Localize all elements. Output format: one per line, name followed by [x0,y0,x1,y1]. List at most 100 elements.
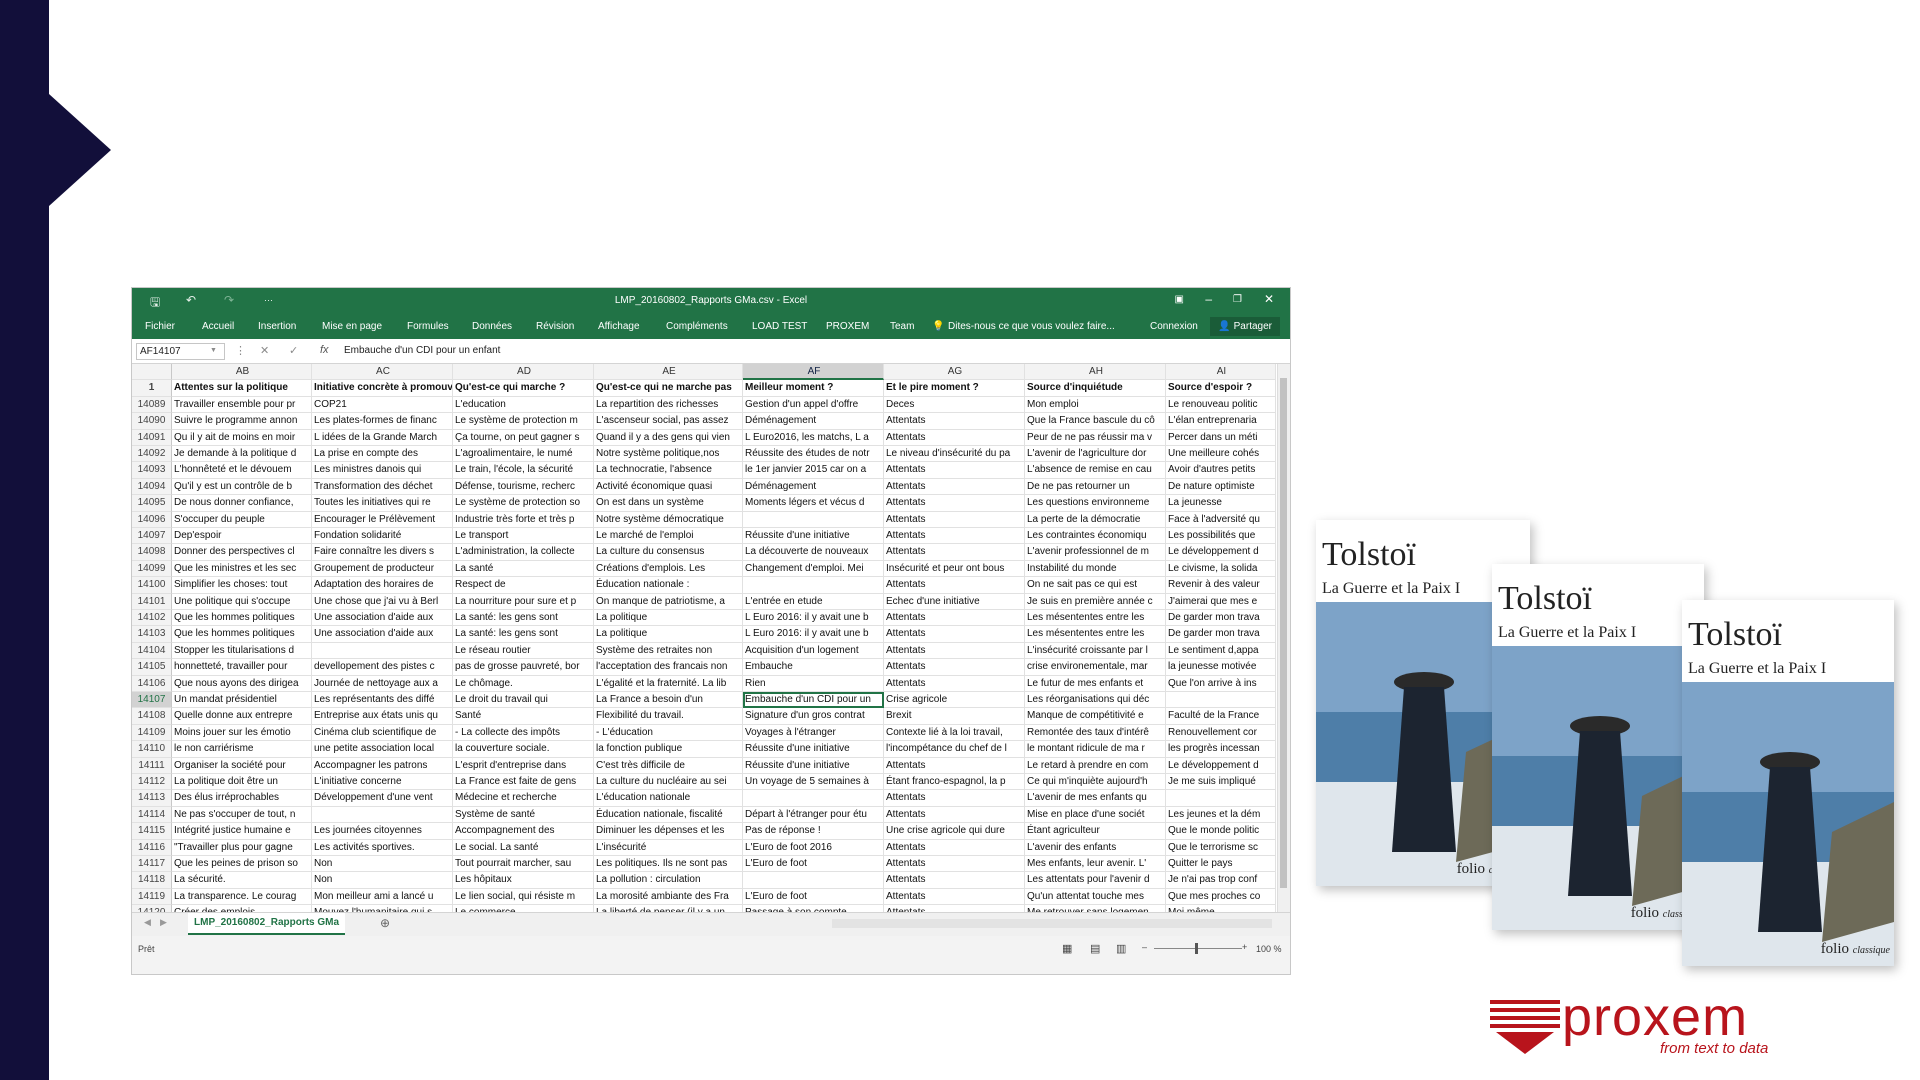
row-number[interactable]: 14092 [132,446,172,463]
sheet-nav-right-icon[interactable]: ▶ [160,917,167,928]
table-cell[interactable]: Le renouveau politic [1166,396,1276,414]
table-cell[interactable]: L idées de la Grande March [312,429,453,446]
table-cell[interactable]: Attentats [884,462,1025,479]
table-cell[interactable]: La France a besoin d'un [594,692,743,709]
row-number[interactable]: 14114 [132,806,172,824]
zoom-slider[interactable] [1154,948,1242,949]
table-cell[interactable]: Renouvellement cor [1166,724,1276,742]
table-cell[interactable]: Ce qui m'inquiète aujourd'h [1025,774,1166,791]
scrollbar-thumb[interactable] [1280,378,1287,888]
table-cell[interactable]: Non [312,872,453,889]
table-cell[interactable]: honnetteté, travailler pour [172,659,312,676]
table-cell[interactable]: Les plates-formes de financ [312,413,453,430]
row-number[interactable]: 14111 [132,757,172,774]
table-cell[interactable]: Attentats [884,757,1025,774]
table-cell[interactable]: Travailler ensemble pour pr [172,396,312,414]
table-cell[interactable]: La perte de la démocratie [1025,511,1166,528]
table-cell[interactable]: Accompagnement des [453,823,594,840]
table-cell[interactable]: La culture du nucléaire au sei [594,774,743,791]
row-number[interactable]: 14109 [132,724,172,742]
table-cell[interactable]: J'aimerai que mes e [1166,593,1276,610]
table-cell[interactable]: On manque de patriotisme, a [594,593,743,610]
table-cell[interactable]: Les contraintes économiqu [1025,528,1166,545]
table-cell[interactable]: Non [312,856,453,873]
column-header[interactable]: AG [884,364,1025,381]
table-cell[interactable]: Une chose que j'ai vu à Berl [312,593,453,610]
table-cell[interactable]: Réussite des études de notr [743,446,884,463]
table-cell[interactable]: Le sentiment d,appa [1166,642,1276,660]
table-cell[interactable]: L'absence de remise en cau [1025,462,1166,479]
tab-fichier[interactable]: Fichier [145,321,175,332]
table-cell[interactable]: L'Euro de foot [743,856,884,873]
table-cell[interactable]: L'esprit d'entreprise dans [453,757,594,774]
table-cell[interactable]: Que le terrorisme sc [1166,839,1276,856]
table-cell[interactable]: De nous donner confiance, [172,495,312,512]
table-cell[interactable]: La technocratie, l'absence [594,462,743,479]
table-cell[interactable]: le non carriérisme [172,741,312,758]
table-cell[interactable]: Flexibilité du travail. [594,708,743,725]
row-number[interactable]: 14091 [132,429,172,446]
table-cell[interactable]: Défense, tourisme, recherc [453,478,594,496]
table-cell[interactable]: Avoir d'autres petits [1166,462,1276,479]
table-cell[interactable]: Cinéma club scientifique de [312,724,453,742]
table-cell[interactable] [1166,790,1276,807]
table-cell[interactable]: Toutes les initiatives qui re [312,495,453,512]
table-cell[interactable]: L'honnêteté et le dévouem [172,462,312,479]
table-cell[interactable]: Étant franco-espagnol, la p [884,774,1025,791]
table-cell[interactable]: Créations d'emplois. Les [594,560,743,578]
table-cell[interactable]: Revenir à des valeur [1166,577,1276,594]
table-cell[interactable]: - La collecte des impôts [453,724,594,742]
table-cell[interactable]: S'occuper du peuple [172,511,312,528]
table-cell[interactable]: De ne pas retourner un [1025,478,1166,496]
row-number[interactable]: 14107 [132,692,172,709]
table-cell[interactable]: Départ à l'étranger pour étu [743,806,884,824]
table-cell[interactable]: Les mésententes entre les [1025,626,1166,643]
table-cell[interactable]: Je demande à la politique d [172,446,312,463]
table-cell[interactable]: Que mes proches co [1166,888,1276,906]
table-cell[interactable]: Industrie très forte et très p [453,511,594,528]
row-number[interactable]: 14102 [132,610,172,627]
active-cell[interactable]: Embauche d'un CDI pour un [743,692,884,709]
table-cell[interactable]: "Travailler plus pour gagne [172,839,312,856]
table-cell[interactable]: Instabilité du monde [1025,560,1166,578]
page-break-icon[interactable]: ▥ [1116,942,1126,955]
table-cell[interactable]: Peur de ne pas réussir ma v [1025,429,1166,446]
table-cell[interactable]: Attentats [884,888,1025,906]
table-cell[interactable]: L'avenir de l'agriculture dor [1025,446,1166,463]
tab-affichage[interactable]: Affichage [598,321,640,332]
table-cell[interactable]: Rien [743,675,884,692]
table-cell[interactable]: une petite association local [312,741,453,758]
table-cell[interactable]: Un voyage de 5 semaines à [743,774,884,791]
table-cell[interactable]: Attentats [884,413,1025,430]
table-cell[interactable]: la fonction publique [594,741,743,758]
table-cell[interactable] [312,806,453,824]
header-cell[interactable]: Initiative concrète à promouvoir [312,380,453,397]
table-cell[interactable]: Quitter le pays [1166,856,1276,873]
table-cell[interactable]: Que l'on arrive à ins [1166,675,1276,692]
column-header[interactable]: AC [312,364,453,381]
table-cell[interactable]: Attentats [884,495,1025,512]
table-cell[interactable]: Quelle donne aux entrepre [172,708,312,725]
table-cell[interactable]: Attentats [884,626,1025,643]
row-number[interactable]: 14113 [132,790,172,807]
table-cell[interactable]: Encourager le Prélèvement [312,511,453,528]
table-cell[interactable]: On ne sait pas ce qui est [1025,577,1166,594]
name-box-dropdown-icon[interactable]: ▼ [210,347,217,354]
table-cell[interactable]: Embauche [743,659,884,676]
table-cell[interactable] [1166,692,1276,709]
table-cell[interactable]: Echec d'une initiative [884,593,1025,610]
table-cell[interactable]: Le niveau d'insécurité du pa [884,446,1025,463]
add-sheet-icon[interactable]: ⊕ [380,916,390,930]
row-number[interactable]: 14098 [132,544,172,561]
table-cell[interactable]: Moments légers et vécus d [743,495,884,512]
table-cell[interactable]: COP21 [312,396,453,414]
table-cell[interactable]: L'insécurité [594,839,743,856]
table-cell[interactable]: Déménagement [743,478,884,496]
sheet-tab[interactable]: LMP_20160802_Rapports GMa [188,913,346,935]
table-cell[interactable]: De garder mon trava [1166,610,1276,627]
table-cell[interactable]: Attentats [884,642,1025,660]
table-cell[interactable]: La politique [594,610,743,627]
tab-mise-en-page[interactable]: Mise en page [322,321,382,332]
table-cell[interactable]: L Euro2016, les matchs, L a [743,429,884,446]
table-cell[interactable]: Contexte lié à la loi travail, [884,724,1025,742]
